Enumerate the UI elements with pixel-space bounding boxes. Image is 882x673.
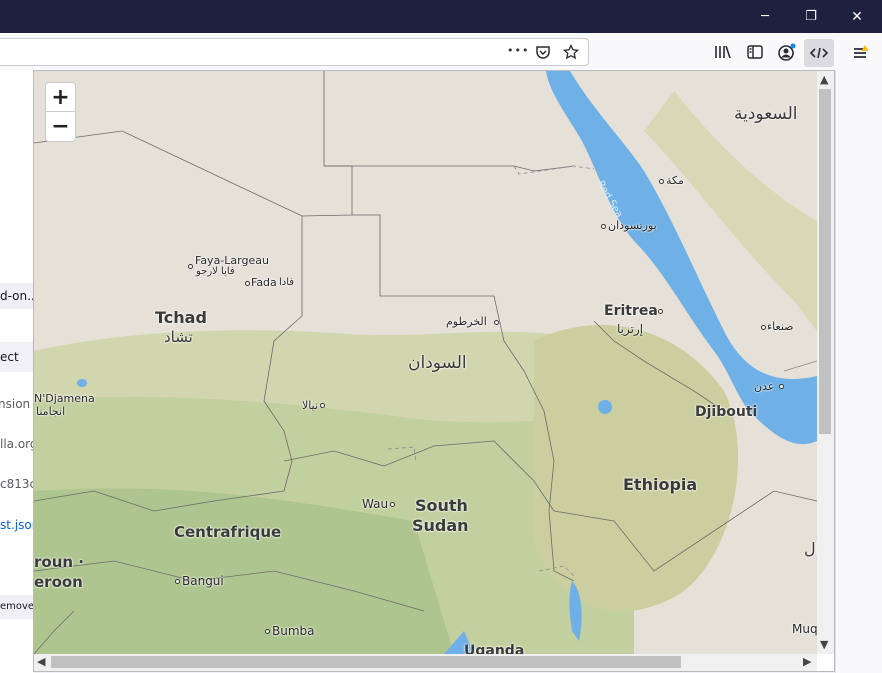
list-item: c813c [0, 477, 34, 491]
library-icon[interactable] [711, 40, 735, 64]
restore-button[interactable]: ❐ [788, 0, 834, 33]
scroll-right-icon[interactable]: ▶ [803, 655, 811, 668]
label-south-sudan-1: South [415, 496, 468, 515]
label-nyala: نيالا [302, 399, 319, 412]
label-chad-ar: تشاد [164, 328, 193, 346]
zoom-out-button[interactable]: − [45, 112, 76, 142]
vertical-scrollbar[interactable]: ▲ ▼ [817, 71, 834, 654]
city-marker [265, 629, 270, 634]
label-fada: Fada [251, 276, 277, 289]
label-eritrea-ar: إرتريا [617, 322, 644, 336]
list-item: nsion [0, 397, 31, 411]
list-item: lla.org [0, 437, 34, 451]
background-page-right [835, 71, 882, 673]
city-marker [245, 281, 250, 286]
restore-icon: ❐ [805, 9, 817, 24]
label-mogadishu: Muq [792, 622, 817, 636]
label-eritrea: Eritrea [604, 303, 658, 319]
label-port-sudan: بورتسودان [608, 219, 657, 232]
city-marker [494, 320, 499, 325]
label-faya-largeau-ar: فايا لارجو [196, 266, 235, 277]
url-bar[interactable]: ••• [0, 38, 589, 66]
account-icon[interactable] [775, 40, 799, 64]
link[interactable]: st.json [0, 512, 34, 538]
label-uganda: Uganda [464, 643, 525, 654]
zoom-in-button[interactable]: + [45, 82, 76, 112]
label-ndjamena-ar: انجامنا [36, 405, 66, 418]
label-chad: Tchad [155, 308, 207, 327]
label-sanaa: صنعاء [767, 320, 794, 333]
label-somalia: ال [804, 539, 817, 558]
background-page: d-on... ect nsion lla.org c813c st.json … [0, 71, 34, 673]
city-marker [658, 309, 663, 314]
map-view[interactable]: + − السعودية مكة بورتسودان Red Sea Faya-… [34, 71, 817, 654]
code-icon [809, 45, 829, 65]
label-bumba: Bumba [272, 624, 315, 638]
list-item: d-on... [0, 283, 34, 309]
label-ndjamena: N'Djamena [34, 392, 95, 405]
close-icon: ✕ [851, 8, 863, 25]
scroll-down-icon[interactable]: ▼ [820, 638, 828, 651]
label-wau: Wau [362, 497, 389, 511]
label-bangui: Bangui [182, 574, 224, 588]
city-marker [390, 502, 395, 507]
list-item: ect [0, 342, 34, 372]
extension-button-active[interactable] [804, 39, 834, 67]
label-cameroon-1: roun · [34, 553, 84, 571]
label-south-sudan-2: Sudan [412, 516, 469, 535]
label-makkah: مكة [666, 174, 684, 187]
scroll-left-icon[interactable]: ◀ [37, 655, 45, 668]
pocket-icon[interactable] [531, 40, 555, 64]
label-ethiopia: Ethiopia [623, 475, 698, 494]
label-saudi-arabia: السعودية [734, 104, 798, 124]
city-marker [175, 579, 180, 584]
city-marker [761, 325, 766, 330]
label-sudan-ar: السودان [408, 353, 467, 373]
city-marker [320, 403, 325, 408]
label-cameroon-2: eroon [34, 573, 83, 591]
scroll-up-icon[interactable]: ▲ [820, 73, 828, 86]
scrollbar-thumb[interactable] [51, 656, 681, 668]
scrollbar-thumb[interactable] [819, 89, 831, 434]
minimize-button[interactable]: ─ [742, 0, 788, 33]
menu-icon[interactable] [848, 41, 872, 65]
window-titlebar: ─ ❐ ✕ [0, 0, 882, 33]
navigation-toolbar: ••• [0, 33, 882, 72]
close-window-button[interactable]: ✕ [834, 0, 880, 33]
sidebar-icon[interactable] [743, 40, 767, 64]
minimize-icon: ─ [761, 9, 769, 24]
city-marker [601, 224, 606, 229]
city-marker [659, 179, 664, 184]
label-khartoum: الخرطوم [446, 315, 487, 328]
horizontal-scrollbar[interactable]: ◀ ▶ [34, 654, 817, 671]
city-marker [188, 264, 193, 269]
label-fada-ar: فادا [279, 277, 295, 288]
bookmark-star-icon[interactable] [559, 40, 583, 64]
label-aden: عدن [754, 380, 775, 393]
page-actions-more-button[interactable]: ••• [507, 44, 529, 57]
city-marker [779, 384, 784, 389]
label-djibouti: Djibouti [695, 404, 758, 420]
remove-button[interactable]: emove [0, 595, 34, 619]
label-centrafrique: Centrafrique [174, 523, 282, 541]
